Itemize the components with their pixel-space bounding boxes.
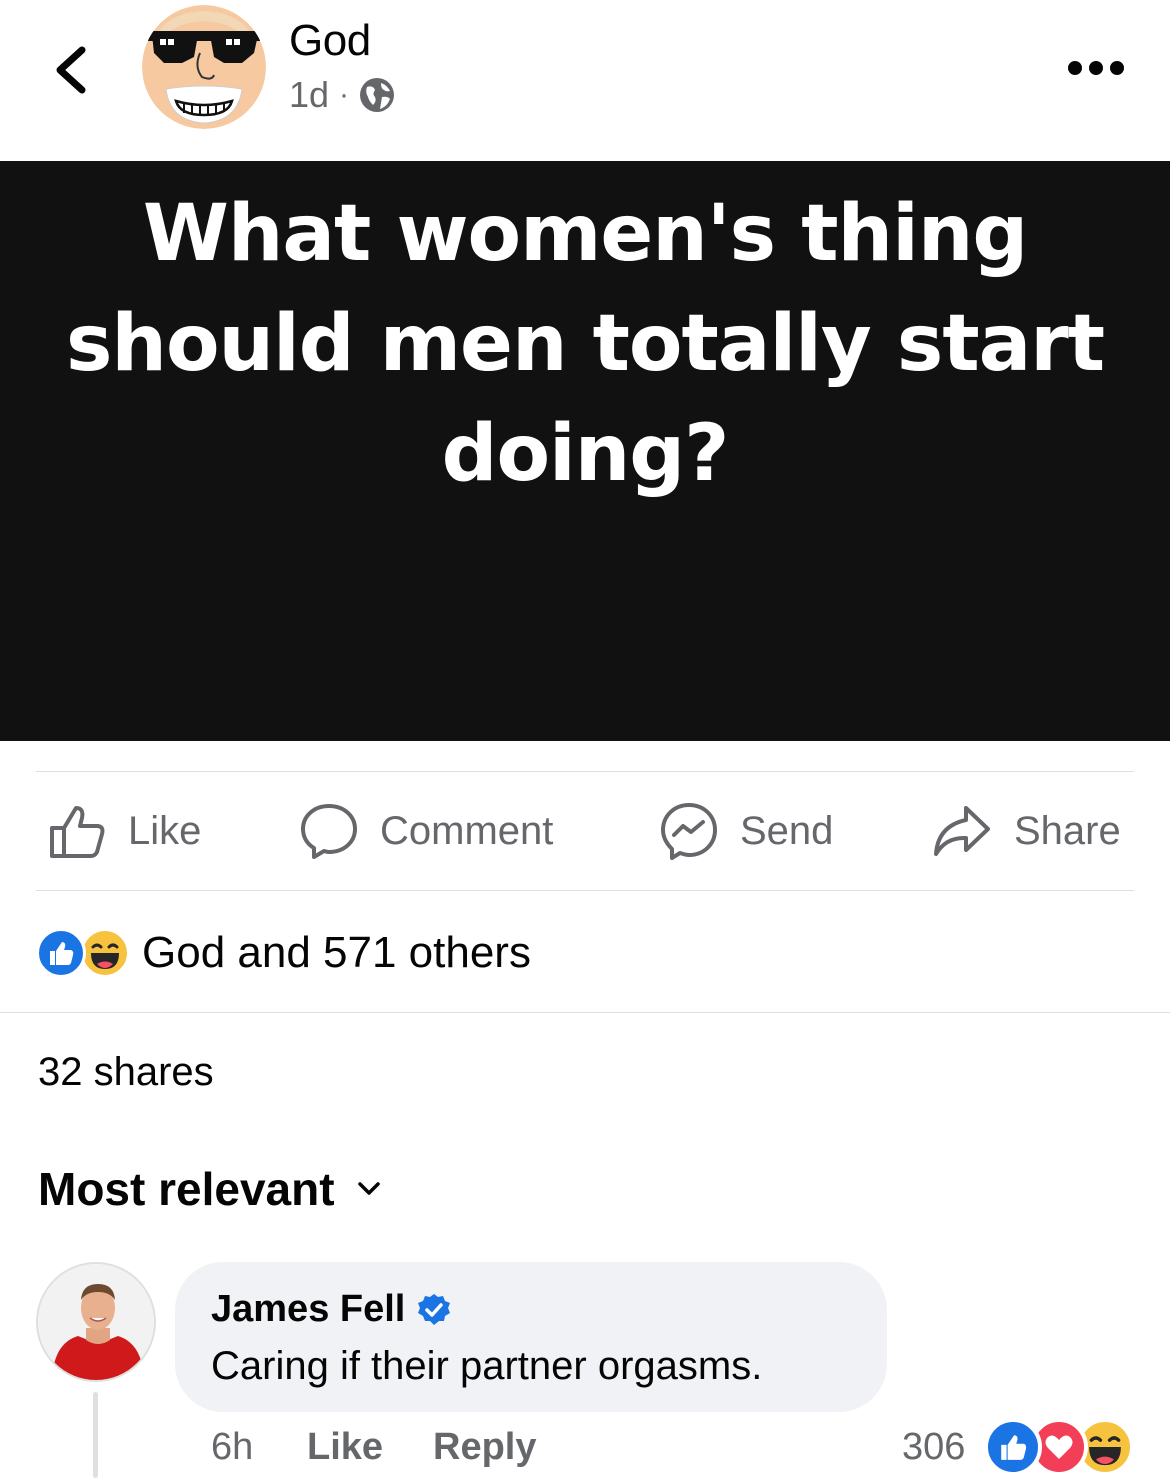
haha-reaction-icon (80, 928, 130, 978)
comment-author[interactable]: James Fell (211, 1288, 451, 1331)
send-label: Send (740, 808, 834, 853)
comment-reply-button[interactable]: Reply (433, 1426, 536, 1469)
more-dot-icon (1110, 61, 1124, 75)
share-label: Share (1014, 808, 1121, 853)
post-action-bar: Like Comment Send Share (0, 772, 1170, 890)
comment-bubble[interactable]: James Fell Caring if their partner orgas… (175, 1262, 887, 1412)
post-content-card[interactable]: What women's thing should men totally st… (0, 161, 1170, 741)
man-red-shirt-avatar (38, 1264, 154, 1380)
like-button[interactable]: Like (48, 772, 201, 890)
author-avatar[interactable] (142, 5, 266, 129)
comment-time: 6h (211, 1426, 254, 1468)
comment-text: Caring if their partner orgasms. (211, 1344, 763, 1388)
post-time: 1d (289, 74, 330, 115)
comments-sort-label: Most relevant (38, 1163, 335, 1215)
divider (36, 890, 1134, 891)
divider (0, 1012, 1170, 1013)
meta-separator: · (339, 78, 350, 111)
reactions-summary[interactable]: God and 571 others (36, 926, 531, 980)
more-dot-icon (1089, 61, 1103, 75)
globe-icon (360, 78, 395, 112)
shares-count[interactable]: 32 shares (38, 1050, 214, 1095)
share-arrow-icon (934, 806, 990, 856)
author-name[interactable]: God (289, 16, 371, 66)
more-options-button[interactable] (1068, 54, 1126, 82)
post-meta: 1d · (289, 74, 395, 116)
post-text: What women's thing should men totally st… (65, 189, 1105, 499)
reactions-summary-text: God and 571 others (142, 928, 531, 977)
send-button[interactable]: Send (660, 772, 833, 890)
like-reaction-icon (984, 1418, 1042, 1476)
god-cartoon-avatar (142, 5, 266, 129)
comment-reactions[interactable] (984, 1418, 1134, 1476)
like-reaction-icon (36, 928, 86, 978)
like-label: Like (128, 808, 202, 853)
share-button[interactable]: Share (932, 772, 1121, 890)
back-button[interactable] (48, 40, 98, 100)
post-header: God 1d · (0, 0, 1170, 160)
comment-like-button[interactable]: Like (307, 1426, 383, 1469)
comments-sort-dropdown[interactable]: Most relevant (38, 1162, 381, 1216)
thumbs-up-icon (50, 806, 105, 858)
thread-line (93, 1392, 98, 1478)
messenger-icon (661, 803, 717, 860)
comment-reaction-count[interactable]: 306 (902, 1426, 965, 1469)
commenter-avatar[interactable] (36, 1262, 156, 1382)
comment-bubble-icon (301, 804, 357, 859)
chevron-left-icon (56, 46, 86, 94)
chevron-down-icon (357, 1182, 380, 1195)
comment-button[interactable]: Comment (300, 772, 553, 890)
comment-author-name: James Fell (211, 1288, 406, 1330)
more-dot-icon (1068, 61, 1082, 75)
comment-label: Comment (380, 808, 554, 853)
verified-badge-icon (418, 1293, 451, 1325)
